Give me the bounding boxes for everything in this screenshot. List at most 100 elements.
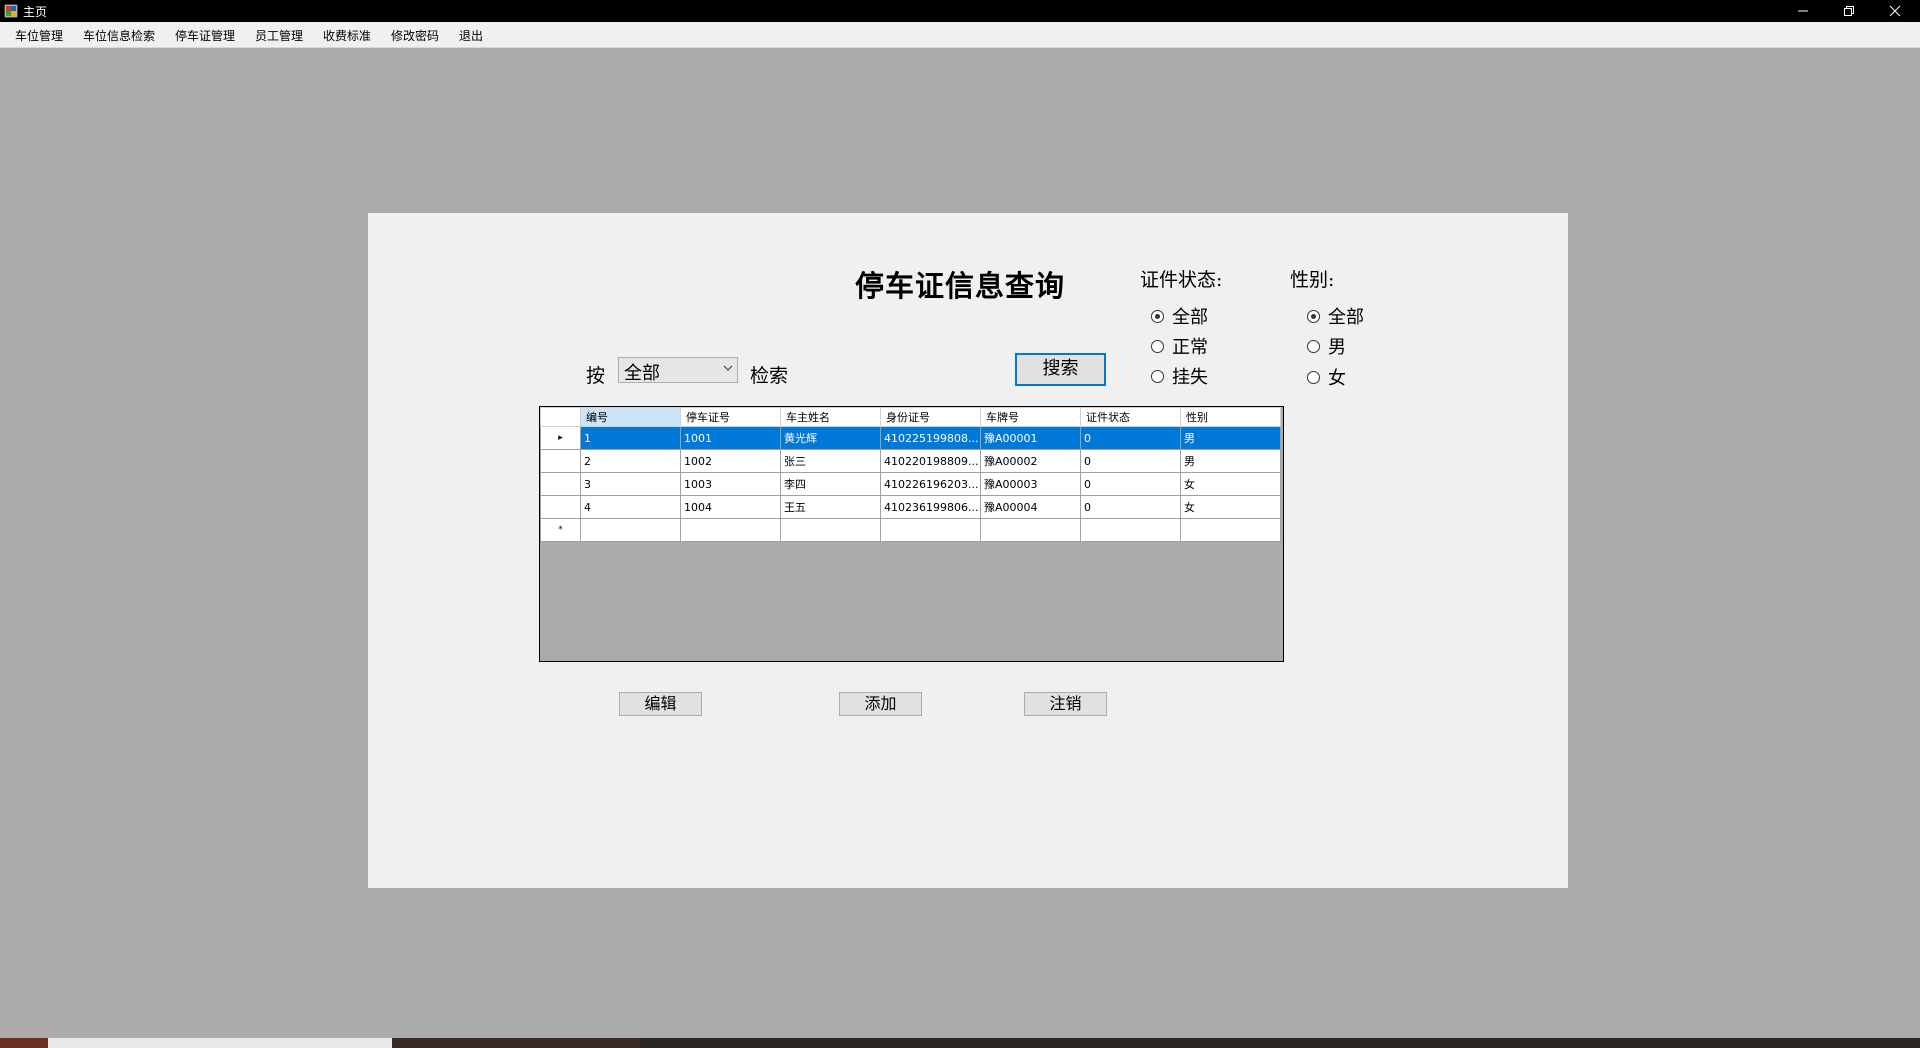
radio-unchecked-icon (1307, 339, 1320, 353)
taskbar-segment (48, 1038, 392, 1048)
cell-owner-name[interactable]: 黄光辉 (780, 426, 881, 450)
cell-gender[interactable] (1180, 518, 1281, 542)
menu-parking-space[interactable]: 车位管理 (15, 27, 63, 44)
cell-plate[interactable]: 豫A00004 (980, 495, 1081, 519)
table-row[interactable]: 4 1004 王五 410236199806... 豫A00004 0 女 (540, 495, 1281, 519)
minimize-button[interactable] (1780, 0, 1826, 22)
permit-data-grid[interactable]: 编号 停车证号 车主姓名 身份证号 车牌号 证件状态 性别 ▸ 1 1001 黄… (539, 406, 1284, 662)
minimize-icon (1798, 10, 1808, 12)
row-header[interactable] (540, 449, 581, 473)
cell-id[interactable] (580, 518, 681, 542)
cell-id[interactable]: 2 (580, 449, 681, 473)
menu-space-search[interactable]: 车位信息检索 (83, 27, 155, 44)
menu-bar: 车位管理 车位信息检索 停车证管理 员工管理 收费标准 修改密码 退出 (0, 22, 1920, 48)
restore-icon (1844, 6, 1854, 16)
cell-status[interactable]: 0 (1080, 472, 1181, 496)
menu-permit-management[interactable]: 停车证管理 (175, 27, 235, 44)
gender-radio-male-label: 男 (1328, 337, 1346, 358)
cell-owner-name[interactable]: 王五 (780, 495, 881, 519)
cell-owner-name[interactable] (780, 518, 881, 542)
cell-status[interactable]: 0 (1080, 426, 1181, 450)
row-header[interactable] (540, 472, 581, 496)
radio-unchecked-icon (1151, 369, 1164, 383)
cancel-permit-button[interactable]: 注销 (1024, 692, 1107, 716)
search-prefix-label: 按 (586, 365, 606, 387)
cell-permit-no[interactable]: 1003 (680, 472, 781, 496)
column-header-id[interactable]: 编号 (580, 407, 681, 427)
current-row-indicator-icon[interactable]: ▸ (540, 426, 581, 450)
search-field-select[interactable]: 全部 (618, 357, 738, 384)
cell-status[interactable]: 0 (1080, 495, 1181, 519)
cell-plate[interactable] (980, 518, 1081, 542)
menu-staff-management[interactable]: 员工管理 (255, 27, 303, 44)
cell-id-card[interactable] (880, 518, 981, 542)
status-group-label: 证件状态: (1140, 269, 1223, 291)
cell-gender[interactable]: 女 (1180, 472, 1281, 496)
menu-fee-standard[interactable]: 收费标准 (323, 27, 371, 44)
column-header-permit-no[interactable]: 停车证号 (680, 407, 781, 427)
cell-id-card[interactable]: 410226196203... (880, 472, 981, 496)
radio-checked-icon (1151, 309, 1164, 323)
cell-plate[interactable]: 豫A00001 (980, 426, 1081, 450)
add-button[interactable]: 添加 (839, 692, 922, 716)
permit-query-panel: 停车证信息查询 按 全部 检索 搜索 证件状态: 全部 正常 挂失 性别: 全部… (368, 213, 1568, 888)
search-button[interactable]: 搜索 (1015, 353, 1106, 386)
status-radio-all[interactable]: 全部 (1151, 303, 1208, 329)
cell-id[interactable]: 4 (580, 495, 681, 519)
column-header-id-card[interactable]: 身份证号 (880, 407, 981, 427)
new-row[interactable]: * (540, 518, 1281, 542)
cell-status[interactable] (1080, 518, 1181, 542)
status-radio-normal[interactable]: 正常 (1151, 333, 1208, 359)
search-field-value: 全部 (624, 363, 660, 384)
edit-button[interactable]: 编辑 (619, 692, 702, 716)
taskbar-segment (392, 1038, 640, 1048)
cell-id[interactable]: 1 (580, 426, 681, 450)
gender-radio-female[interactable]: 女 (1307, 364, 1346, 390)
cell-gender[interactable]: 女 (1180, 495, 1281, 519)
table-row[interactable]: ▸ 1 1001 黄光辉 410225199808... 豫A00001 0 男 (540, 426, 1281, 450)
row-header[interactable] (540, 495, 581, 519)
cell-id-card[interactable]: 410236199806... (880, 495, 981, 519)
menu-exit[interactable]: 退出 (459, 27, 483, 44)
grid-corner[interactable] (540, 407, 581, 427)
grid-header-row: 编号 停车证号 车主姓名 身份证号 车牌号 证件状态 性别 (540, 407, 1281, 427)
radio-checked-icon (1307, 309, 1320, 323)
cell-id[interactable]: 3 (580, 472, 681, 496)
cell-owner-name[interactable]: 张三 (780, 449, 881, 473)
gender-radio-all-label: 全部 (1328, 307, 1364, 328)
cell-id-card[interactable]: 410225199808... (880, 426, 981, 450)
table-row[interactable]: 3 1003 李四 410226196203... 豫A00003 0 女 (540, 472, 1281, 496)
cell-permit-no[interactable]: 1002 (680, 449, 781, 473)
cell-status[interactable]: 0 (1080, 449, 1181, 473)
restore-button[interactable] (1826, 0, 1872, 22)
table-row[interactable]: 2 1002 张三 410220198809... 豫A00002 0 男 (540, 449, 1281, 473)
taskbar-segment (0, 1038, 48, 1048)
taskbar (0, 1038, 1920, 1048)
gender-radio-male[interactable]: 男 (1307, 333, 1346, 359)
column-header-owner-name[interactable]: 车主姓名 (780, 407, 881, 427)
new-row-indicator-icon[interactable]: * (540, 518, 581, 542)
gender-radio-female-label: 女 (1328, 368, 1346, 389)
cell-owner-name[interactable]: 李四 (780, 472, 881, 496)
radio-unchecked-icon (1151, 339, 1164, 353)
status-radio-lost[interactable]: 挂失 (1151, 363, 1208, 389)
cell-plate[interactable]: 豫A00002 (980, 449, 1081, 473)
menu-change-password[interactable]: 修改密码 (391, 27, 439, 44)
gender-group-label: 性别: (1290, 269, 1335, 291)
cell-id-card[interactable]: 410220198809... (880, 449, 981, 473)
cell-permit-no[interactable]: 1001 (680, 426, 781, 450)
close-icon (1889, 5, 1901, 17)
column-header-plate[interactable]: 车牌号 (980, 407, 1081, 427)
column-header-status[interactable]: 证件状态 (1080, 407, 1181, 427)
column-header-gender[interactable]: 性别 (1180, 407, 1281, 427)
cell-permit-no[interactable] (680, 518, 781, 542)
cell-gender[interactable]: 男 (1180, 426, 1281, 450)
cell-gender[interactable]: 男 (1180, 449, 1281, 473)
search-suffix-label: 检索 (750, 365, 789, 387)
gender-radio-all[interactable]: 全部 (1307, 303, 1364, 329)
close-button[interactable] (1872, 0, 1918, 22)
chevron-down-icon (723, 365, 733, 371)
cell-plate[interactable]: 豫A00003 (980, 472, 1081, 496)
cell-permit-no[interactable]: 1004 (680, 495, 781, 519)
window-title: 主页 (23, 5, 48, 19)
